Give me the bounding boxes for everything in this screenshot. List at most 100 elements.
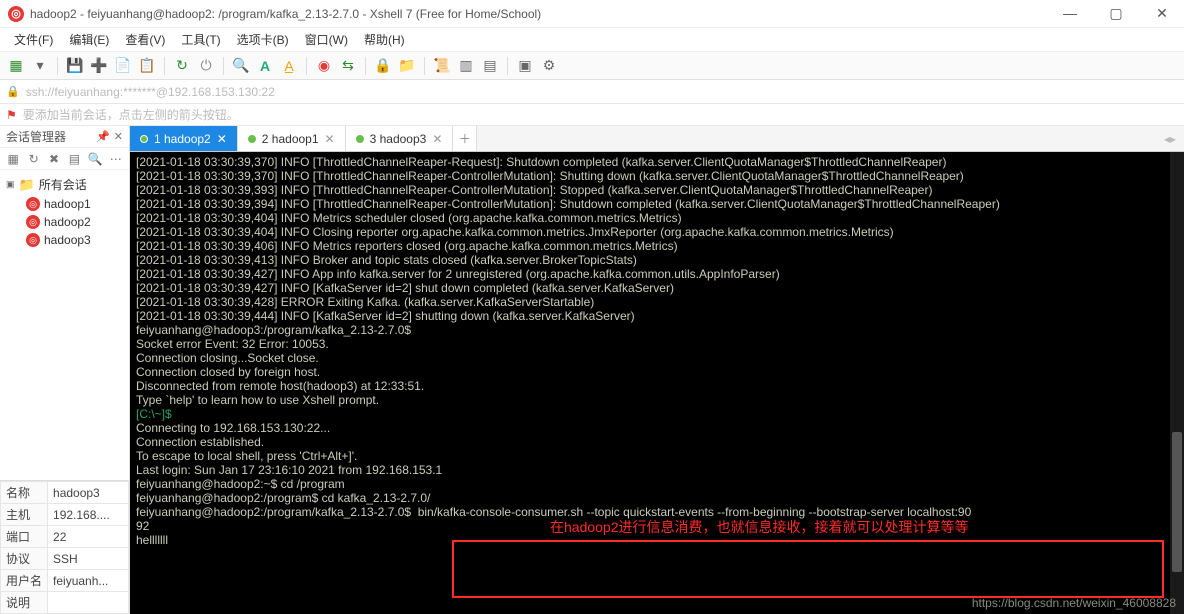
scrollbar[interactable] (1170, 152, 1184, 614)
folder-icon[interactable]: 📁 (397, 56, 417, 76)
pin-icon[interactable]: 📌 (96, 130, 110, 143)
separator (164, 57, 165, 75)
terminal-line: [2021-01-18 03:30:39,404] INFO Metrics s… (136, 211, 1178, 225)
new-session-icon[interactable]: ▦ (6, 56, 26, 76)
xftp-icon[interactable]: ◉ (314, 56, 334, 76)
tree-refresh-icon[interactable]: ↻ (26, 151, 40, 167)
tab-close-icon[interactable]: ✕ (217, 132, 227, 146)
menu-window[interactable]: 窗口(W) (299, 29, 354, 50)
status-dot-icon (248, 135, 256, 143)
tab-hadoop2[interactable]: 1 hadoop2 ✕ (130, 126, 238, 151)
tree-view-icon[interactable]: ▤ (67, 151, 81, 167)
terminal-line: feiyuanhang@hadoop2:/program$ cd kafka_2… (136, 491, 1178, 505)
terminal-line: [2021-01-18 03:30:39,427] INFO [KafkaSer… (136, 281, 1178, 295)
prop-key: 名称 (1, 482, 48, 504)
menu-view[interactable]: 查看(V) (119, 29, 171, 50)
plus-icon[interactable]: ➕ (89, 56, 109, 76)
local-prompt: [C:\~]$ (136, 407, 1178, 421)
scrollbar-thumb[interactable] (1172, 432, 1182, 572)
tab-hadoop1[interactable]: 2 hadoop1 ✕ (238, 126, 346, 151)
tree-root[interactable]: ▣ 📁 所有会话 (4, 174, 125, 195)
tab-nav-icon[interactable]: ◂▸ (1156, 126, 1184, 151)
disconnect-icon[interactable]: ⏻ (196, 56, 216, 76)
terminal-line: [2021-01-18 03:30:39,393] INFO [Throttle… (136, 183, 1178, 197)
prop-val: SSH (48, 548, 129, 570)
tab-label: 3 hadoop3 (370, 132, 427, 146)
terminal-line: Connection established. (136, 435, 1178, 449)
menu-tools[interactable]: 工具(T) (175, 29, 226, 50)
menu-tabs[interactable]: 选项卡(B) (231, 29, 295, 50)
app-icon: ◎ (8, 6, 24, 22)
watermark: https://blog.csdn.net/weixin_46008828 (972, 596, 1176, 610)
terminal-line: [2021-01-18 03:30:39,394] INFO [Throttle… (136, 197, 1178, 211)
tab-close-icon[interactable]: ✕ (325, 132, 335, 146)
paste-icon[interactable]: 📋 (137, 56, 157, 76)
tab-hadoop3[interactable]: 3 hadoop3 ✕ (346, 126, 454, 151)
session-tree: ▣ 📁 所有会话 ◎ hadoop1 ◎ hadoop2 ◎ hadoop3 (0, 170, 129, 480)
prop-val: 192.168.... (48, 504, 129, 526)
tab-close-icon[interactable]: ✕ (432, 132, 442, 146)
tree-delete-icon[interactable]: ✖ (47, 151, 61, 167)
prop-val: hadoop3 (48, 482, 129, 504)
terminal-line: feiyuanhang@hadoop2:~$ cd /program (136, 477, 1178, 491)
add-tab-button[interactable]: ＋ (453, 126, 477, 151)
font-icon[interactable]: A (255, 56, 275, 76)
terminal-line: [2021-01-18 03:30:39,427] INFO App info … (136, 267, 1178, 281)
session-manager-panel: 会话管理器 📌 ✕ ▦ ↻ ✖ ▤ 🔍 ⋯ ▣ 📁 所有会话 ◎ hadoop1 (0, 126, 130, 614)
tree-search-icon[interactable]: 🔍 (88, 151, 103, 167)
copy-icon[interactable]: 📄 (113, 56, 133, 76)
find-icon[interactable]: 🔍 (231, 56, 251, 76)
session-manager-icon[interactable]: ▣ (515, 56, 535, 76)
close-button[interactable]: ✕ (1148, 5, 1176, 22)
prop-row: 主机192.168.... (1, 504, 129, 526)
prop-row: 用户名feiyuanh... (1, 570, 129, 592)
terminal-line: Connection closing...Socket close. (136, 351, 1178, 365)
highlight-icon[interactable]: A̲ (279, 56, 299, 76)
save-icon[interactable]: 💾 (65, 56, 85, 76)
lock-icon: 🔒 (6, 85, 20, 98)
layout-h-icon[interactable]: ▥ (456, 56, 476, 76)
session-toolbar: ▦ ↻ ✖ ▤ 🔍 ⋯ (0, 148, 129, 170)
prop-row: 说明 (1, 592, 129, 614)
tree-root-label: 所有会话 (39, 176, 87, 193)
address-input[interactable]: ssh://feiyuanhang:*******@192.168.153.13… (26, 85, 275, 99)
terminal-line: feiyuanhang@hadoop3:/program/kafka_2.13-… (136, 323, 1178, 337)
menu-edit[interactable]: 编辑(E) (63, 29, 115, 50)
hint-bar: ⚑ 要添加当前会话，点击左侧的箭头按钮。 (0, 104, 1184, 126)
new-folder-icon[interactable]: ▦ (6, 151, 20, 167)
title-bar: ◎ hadoop2 - feiyuanhang@hadoop2: /progra… (0, 0, 1184, 28)
separator (57, 57, 58, 75)
reconnect-icon[interactable]: ↻ (172, 56, 192, 76)
session-item-hadoop2[interactable]: ◎ hadoop2 (4, 213, 125, 231)
dropdown-icon[interactable]: ▾ (30, 56, 50, 76)
separator (507, 57, 508, 75)
panel-close-icon[interactable]: ✕ (114, 130, 123, 143)
lock-icon[interactable]: 🔒 (373, 56, 393, 76)
session-manager-title: 会话管理器 (6, 128, 66, 145)
prop-row: 名称hadoop3 (1, 482, 129, 504)
session-properties: 名称hadoop3 主机192.168.... 端口22 协议SSH 用户名fe… (0, 480, 129, 614)
window-title: hadoop2 - feiyuanhang@hadoop2: /program/… (30, 7, 1056, 21)
terminal-line: Disconnected from remote host(hadoop3) a… (136, 379, 1178, 393)
maximize-button[interactable]: ▢ (1102, 5, 1130, 22)
status-dot-icon (356, 135, 364, 143)
terminal-line: [2021-01-18 03:30:39,370] INFO [Throttle… (136, 155, 1178, 169)
script-icon[interactable]: 📜 (432, 56, 452, 76)
prop-key: 主机 (1, 504, 48, 526)
minimize-button[interactable]: — (1056, 5, 1084, 22)
transfer-icon[interactable]: ⇆ (338, 56, 358, 76)
prop-row: 端口22 (1, 526, 129, 548)
menu-bar: 文件(F) 编辑(E) 查看(V) 工具(T) 选项卡(B) 窗口(W) 帮助(… (0, 28, 1184, 52)
terminal-line: [2021-01-18 03:30:39,406] INFO Metrics r… (136, 239, 1178, 253)
layout-v-icon[interactable]: ▤ (480, 56, 500, 76)
terminal[interactable]: [2021-01-18 03:30:39,370] INFO [Throttle… (130, 152, 1184, 614)
settings-icon[interactable]: ⚙ (539, 56, 559, 76)
session-item-hadoop3[interactable]: ◎ hadoop3 (4, 231, 125, 249)
tree-more-icon[interactable]: ⋯ (109, 151, 123, 167)
menu-help[interactable]: 帮助(H) (358, 29, 411, 50)
terminal-line: Type `help' to learn how to use Xshell p… (136, 393, 1178, 407)
menu-file[interactable]: 文件(F) (8, 29, 59, 50)
session-item-hadoop1[interactable]: ◎ hadoop1 (4, 195, 125, 213)
collapse-icon[interactable]: ▣ (6, 179, 15, 190)
content-area: 1 hadoop2 ✕ 2 hadoop1 ✕ 3 hadoop3 ✕ ＋ ◂▸… (130, 126, 1184, 614)
